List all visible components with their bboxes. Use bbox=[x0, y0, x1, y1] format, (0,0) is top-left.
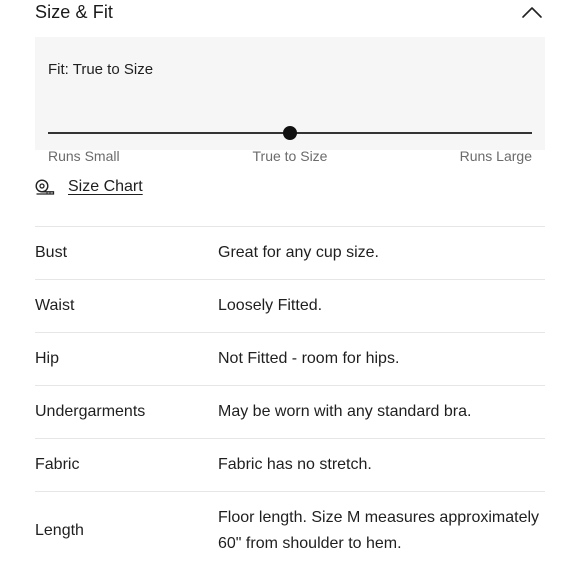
spec-row-undergarments: Undergarments May be worn with any stand… bbox=[35, 385, 545, 438]
spec-value: Loosely Fitted. bbox=[218, 297, 323, 314]
size-fit-section: Size & Fit Fit: True to Size Runs Small … bbox=[0, 0, 580, 580]
spec-label: Bust bbox=[35, 244, 68, 261]
scale-label-runs-large: Runs Large bbox=[459, 148, 532, 164]
fit-indicator bbox=[283, 126, 297, 140]
spec-label: Undergarments bbox=[35, 403, 146, 420]
spec-value: Fabric has no stretch. bbox=[218, 456, 372, 473]
spec-label: Hip bbox=[35, 350, 60, 367]
spec-label: Length bbox=[35, 521, 84, 539]
size-fit-header[interactable]: Size & Fit bbox=[35, 0, 545, 24]
spec-value: May be worn with any standard bra. bbox=[218, 403, 472, 420]
spec-row-waist: Waist Loosely Fitted. bbox=[35, 279, 545, 332]
fit-scale-track bbox=[48, 126, 532, 140]
fit-panel: Fit: True to Size Runs Small True to Siz… bbox=[35, 37, 545, 164]
spec-value: Floor length. Size M measures approximat… bbox=[218, 508, 540, 552]
scale-label-true-to-size: True to Size bbox=[252, 148, 328, 164]
size-chart-link[interactable]: Size Chart bbox=[35, 177, 143, 197]
spec-row-length: Length Floor length. Size M measures app… bbox=[35, 491, 545, 569]
scale-label-runs-small: Runs Small bbox=[48, 148, 120, 164]
spec-label: Waist bbox=[35, 297, 75, 314]
spec-label: Fabric bbox=[35, 456, 80, 473]
fit-label: Fit: True to Size bbox=[48, 61, 154, 78]
section-title: Size & Fit bbox=[35, 1, 114, 22]
measuring-tape-icon bbox=[35, 179, 55, 195]
size-chart-label: Size Chart bbox=[68, 178, 143, 195]
spec-row-bust: Bust Great for any cup size. bbox=[35, 226, 545, 279]
chevron-up-icon[interactable] bbox=[519, 2, 545, 22]
spec-row-hip: Hip Not Fitted - room for hips. bbox=[35, 332, 545, 385]
spec-row-fabric: Fabric Fabric has no stretch. bbox=[35, 438, 545, 491]
spec-table: Bust Great for any cup size. Waist Loose… bbox=[35, 226, 545, 569]
spec-value: Great for any cup size. bbox=[218, 244, 379, 261]
spec-value: Not Fitted - room for hips. bbox=[218, 350, 400, 367]
